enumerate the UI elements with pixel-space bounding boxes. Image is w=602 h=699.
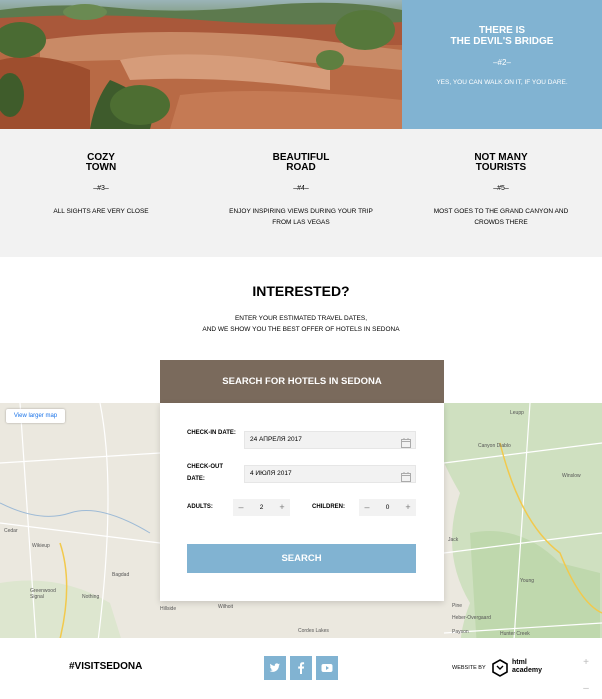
twitter-link[interactable] bbox=[264, 656, 286, 680]
feature-cozy-town: Cozy town –#3– All sights are very close bbox=[1, 129, 201, 257]
hero-description: Yes, you can walk on it, if you dare. bbox=[436, 79, 568, 86]
youtube-link[interactable] bbox=[316, 656, 338, 680]
adults-value[interactable]: 2 bbox=[249, 499, 274, 516]
map-place-label: Pine bbox=[452, 603, 463, 609]
footer: #visitsedona Website by html academy bbox=[0, 638, 602, 699]
map-place-label: Winslow bbox=[562, 473, 581, 479]
hero-section: There is the Devil's Bridge –#2– Yes, yo… bbox=[0, 0, 602, 129]
interested-description: Enter your estimated travel dates, and w… bbox=[202, 315, 400, 333]
checkout-date-field[interactable]: 4 июля 2017 bbox=[244, 465, 416, 483]
search-form-heading: Search for hotels in Sedona bbox=[160, 360, 444, 403]
html-academy-link[interactable]: html academy bbox=[492, 657, 552, 679]
map-place-label: Hunter Creek bbox=[500, 631, 530, 637]
feature-title: Not many tourists bbox=[474, 152, 528, 173]
feature-description: All sights are very close bbox=[53, 208, 149, 215]
devils-bridge-photo bbox=[0, 0, 402, 129]
feature-number: –#3– bbox=[93, 185, 109, 192]
map-place-label: Jack bbox=[448, 537, 459, 543]
map-place-label: Heber-Overgaard bbox=[452, 615, 491, 621]
html-academy-logo-icon bbox=[492, 659, 508, 682]
feature-not-many-tourists: Not many tourists –#5– Most goes to the … bbox=[401, 129, 601, 257]
children-value[interactable]: 0 bbox=[375, 499, 400, 516]
hero-info-panel: There is the Devil's Bridge –#2– Yes, yo… bbox=[402, 0, 602, 129]
interested-title: INTERESTED? bbox=[252, 283, 350, 299]
feature-number: –#5– bbox=[493, 185, 509, 192]
feature-number: –#4– bbox=[293, 185, 309, 192]
calendar-icon[interactable] bbox=[401, 469, 411, 487]
checkin-label: Check-in date: bbox=[187, 430, 236, 436]
view-larger-map-link[interactable]: View larger map bbox=[6, 409, 65, 423]
feature-title: Beautiful road bbox=[272, 152, 330, 173]
map-place-label: Leupp bbox=[510, 410, 524, 416]
feature-description: Most goes to the Grand Canyon and crowds… bbox=[433, 208, 569, 226]
calendar-icon[interactable] bbox=[401, 435, 411, 453]
adults-label: Adults: bbox=[187, 504, 213, 510]
hero-title: There is the Devil's Bridge bbox=[450, 25, 554, 47]
checkout-label: Check-out date: bbox=[187, 464, 223, 482]
map-place-label: Bagdad bbox=[112, 572, 130, 578]
map-place-label: Canyon Diablo bbox=[478, 443, 511, 449]
search-button[interactable]: Search bbox=[187, 544, 416, 573]
map-zoom-controls[interactable]: + – bbox=[575, 650, 597, 699]
hero-number: –#2– bbox=[493, 58, 511, 67]
adults-stepper[interactable]: – 2 + bbox=[233, 499, 290, 516]
map-place-label: Greenwood Signal bbox=[30, 588, 56, 600]
website-by-label: Website by bbox=[452, 665, 486, 671]
zoom-out-button[interactable]: – bbox=[575, 676, 597, 699]
map-place-label: Cordes Lakes bbox=[298, 628, 329, 634]
children-stepper[interactable]: – 0 + bbox=[359, 499, 416, 516]
map-place-label: Wikieup bbox=[32, 543, 50, 549]
hotel-search-form: Check-in date: 24 апреля 2017 Check-out … bbox=[160, 403, 444, 601]
adults-increase-button[interactable]: + bbox=[274, 499, 290, 516]
checkin-date-field[interactable]: 24 апреля 2017 bbox=[244, 431, 416, 449]
adults-decrease-button[interactable]: – bbox=[233, 499, 249, 516]
hashtag: #visitsedona bbox=[69, 661, 143, 672]
children-increase-button[interactable]: + bbox=[400, 499, 416, 516]
map-place-label: Cedar bbox=[4, 528, 18, 534]
feature-description: Enjoy inspiring views during your trip f… bbox=[229, 208, 373, 226]
feature-beautiful-road: Beautiful road –#4– Enjoy inspiring view… bbox=[201, 129, 401, 257]
html-academy-text: html academy bbox=[512, 659, 542, 674]
map-place-label: Payson bbox=[452, 629, 469, 635]
facebook-link[interactable] bbox=[290, 656, 312, 680]
checkin-date-value: 24 апреля 2017 bbox=[250, 436, 302, 443]
children-decrease-button[interactable]: – bbox=[359, 499, 375, 516]
zoom-in-button[interactable]: + bbox=[575, 650, 597, 676]
map-place-label: Hillside bbox=[160, 606, 177, 612]
map-place-label: Wilhoit bbox=[218, 604, 234, 610]
checkout-date-value: 4 июля 2017 bbox=[250, 470, 292, 477]
map-place-label: Young bbox=[520, 578, 534, 584]
social-links bbox=[264, 656, 338, 680]
children-label: Children: bbox=[312, 504, 345, 510]
map-place-label: Nothing bbox=[82, 594, 100, 600]
feature-title: Cozy town bbox=[85, 152, 117, 173]
features-section: Cozy town –#3– All sights are very close… bbox=[0, 129, 602, 257]
